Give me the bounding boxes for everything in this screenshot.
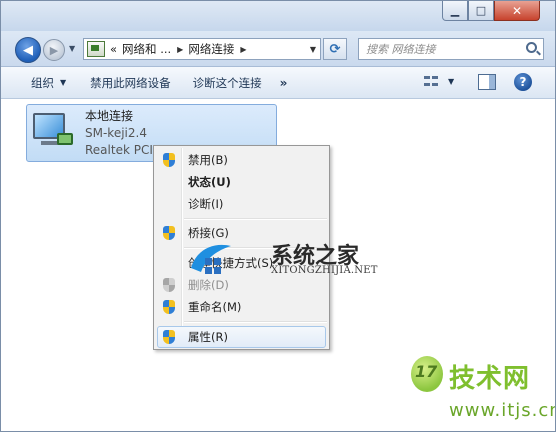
explorer-window: ▁ □ ✕ ◀ ▶ ▼ « 网络和 ... ▶ 网络连接 ▶ ▼ ⟳ 组织 ▼ … — [0, 0, 556, 432]
menu-item-label: 重命名(M) — [188, 300, 242, 314]
back-button[interactable]: ◀ — [15, 37, 41, 63]
view-icon-bar — [432, 76, 438, 79]
disable-device-button[interactable]: 禁用此网络设备 — [82, 71, 179, 95]
diagnose-button[interactable]: 诊断这个连接 — [185, 71, 270, 95]
preview-pane-button[interactable] — [478, 74, 496, 90]
site-watermark-url: XITONGZHIJIA.NET — [271, 265, 378, 276]
chevron-down-icon: ▼ — [69, 44, 76, 53]
site-logo-icon — [191, 244, 231, 274]
search-input[interactable] — [366, 39, 516, 59]
more-commands-button[interactable]: » — [280, 76, 288, 90]
badge-number: 17 — [415, 362, 438, 381]
history-dropdown-button[interactable]: ▼ — [69, 44, 75, 53]
refresh-icon: ⟳ — [329, 41, 341, 57]
arrow-right-icon: ▶ — [49, 43, 59, 57]
uac-shield-icon — [163, 226, 176, 241]
diagnose-label: 诊断这个连接 — [192, 75, 262, 90]
view-dropdown-icon[interactable]: ▼ — [448, 77, 454, 86]
view-icon-bar — [424, 76, 430, 79]
uac-shield-icon — [163, 300, 176, 315]
command-bar: 组织 ▼ 禁用此网络设备 诊断这个连接 » ▼ ? — [1, 67, 555, 99]
breadcrumb-network-and-internet[interactable]: 网络和 ... — [122, 41, 171, 57]
badge-watermark: 17 技术网 www.itjs.cn — [411, 356, 556, 430]
arrow-left-icon: ◀ — [23, 42, 33, 58]
minimize-icon: ▁ — [450, 4, 460, 17]
menu-item-label: 状态(U) — [188, 175, 231, 189]
address-bar[interactable]: « 网络和 ... ▶ 网络连接 ▶ ▼ — [83, 38, 321, 60]
uac-shield-icon — [163, 278, 176, 293]
connection-details: 本地连接 SM-keji2.4 Realtek PCIe — [85, 108, 160, 159]
menu-item-diagnose[interactable]: 诊断(I) — [157, 193, 326, 215]
organize-label: 组织 — [31, 75, 54, 90]
menu-item-properties[interactable]: 属性(R) — [157, 326, 326, 348]
connection-name: 本地连接 — [85, 109, 134, 123]
title-bar: ▁ □ ✕ — [1, 1, 555, 31]
connection-adapter: Realtek PCIe — [85, 143, 161, 157]
menu-item-label: 诊断(I) — [188, 197, 224, 211]
site-watermark: 系统之家 XITONGZHIJIA.NET — [187, 238, 397, 282]
close-icon: ✕ — [511, 3, 523, 18]
search-box[interactable] — [358, 38, 544, 60]
network-cable-icon — [57, 133, 73, 145]
navigation-bar: ◀ ▶ ▼ « 网络和 ... ▶ 网络连接 ▶ ▼ ⟳ — [1, 31, 555, 67]
connection-network: SM-keji2.4 — [85, 126, 147, 140]
change-view-button[interactable] — [421, 73, 441, 91]
view-icon-bar — [424, 83, 430, 86]
disable-device-label: 禁用此网络设备 — [90, 75, 171, 90]
refresh-button[interactable]: ⟳ — [323, 38, 347, 60]
view-icon-bar — [432, 83, 438, 86]
badge-title: 技术网 — [449, 364, 531, 394]
breadcrumb-overflow[interactable]: « — [110, 42, 117, 56]
maximize-icon: □ — [475, 4, 487, 17]
chevron-down-icon: ▼ — [60, 78, 67, 87]
help-icon: ? — [519, 75, 527, 89]
minimize-button[interactable]: ▁ — [442, 1, 468, 21]
organize-button[interactable]: 组织 ▼ — [23, 71, 74, 95]
breadcrumb-chevron-icon[interactable]: ▶ — [240, 45, 246, 54]
maximize-button[interactable]: □ — [468, 1, 494, 21]
close-button[interactable]: ✕ — [494, 1, 540, 21]
menu-separator — [184, 218, 327, 220]
menu-item-label: 禁用(B) — [188, 153, 228, 167]
uac-shield-icon — [163, 330, 176, 345]
help-button[interactable]: ? — [514, 73, 532, 91]
search-icon[interactable] — [526, 42, 537, 53]
menu-item-label: 属性(R) — [188, 330, 228, 344]
menu-item-disable[interactable]: 禁用(B) — [157, 149, 326, 171]
breadcrumb-network-connections[interactable]: 网络连接 — [188, 41, 234, 57]
forward-button[interactable]: ▶ — [43, 39, 65, 61]
control-panel-icon — [87, 41, 105, 57]
menu-separator — [184, 321, 327, 323]
menu-item-rename[interactable]: 重命名(M) — [157, 296, 326, 318]
badge-url: www.itjs.cn — [449, 400, 556, 421]
address-dropdown-icon[interactable]: ▼ — [310, 45, 316, 54]
menu-item-status[interactable]: 状态(U) — [157, 171, 326, 193]
breadcrumb-chevron-icon[interactable]: ▶ — [177, 45, 183, 54]
uac-shield-icon — [163, 153, 176, 168]
